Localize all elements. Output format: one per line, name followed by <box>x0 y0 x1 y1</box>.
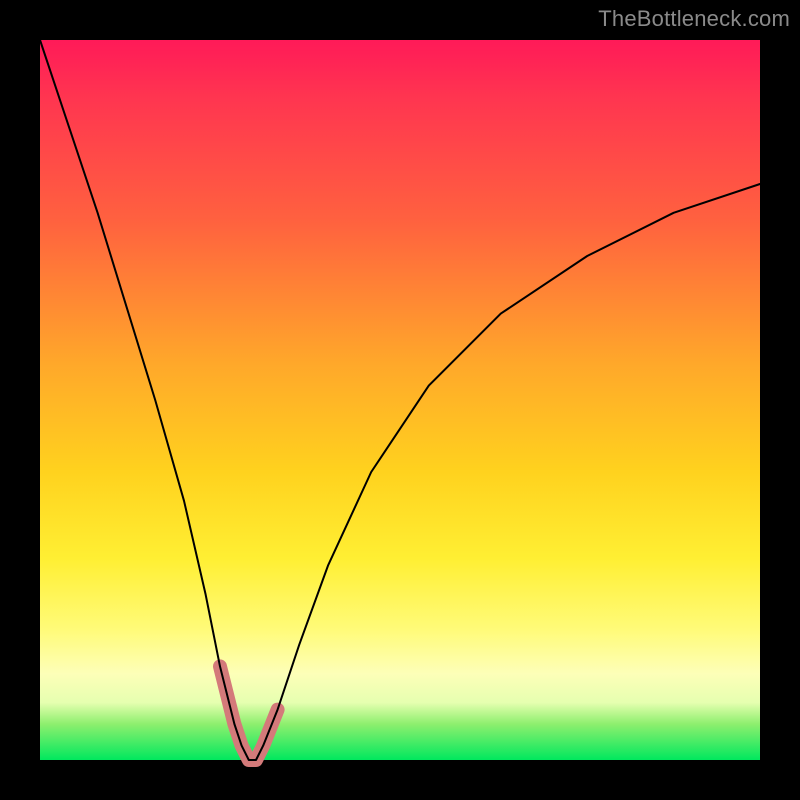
bottleneck-curve <box>40 40 760 760</box>
highlight-band <box>220 666 278 760</box>
chart-frame: TheBottleneck.com <box>0 0 800 800</box>
watermark-text: TheBottleneck.com <box>598 6 790 32</box>
chart-overlay <box>40 40 760 760</box>
